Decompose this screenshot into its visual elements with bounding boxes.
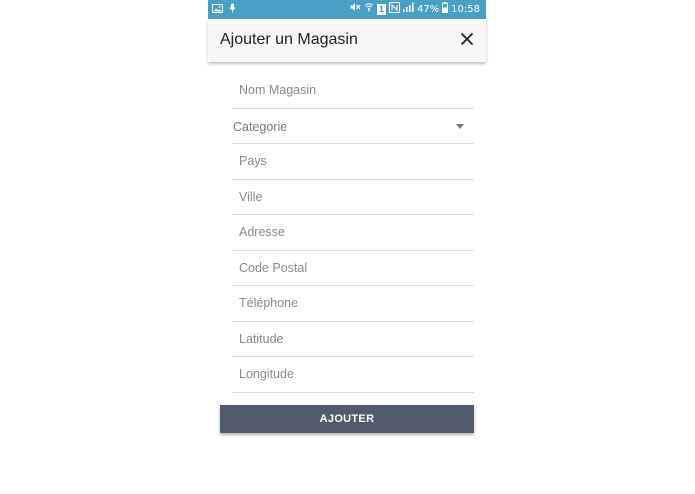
dialog-header: Ajouter un Magasin bbox=[208, 19, 486, 62]
pays-field bbox=[232, 144, 474, 180]
longitude-input[interactable] bbox=[232, 357, 474, 392]
nom-magasin-input[interactable] bbox=[232, 73, 474, 108]
status-left bbox=[212, 3, 236, 16]
latitude-input[interactable] bbox=[232, 321, 474, 356]
status-bar: 1 47% 10:58 bbox=[208, 0, 486, 19]
pays-input[interactable] bbox=[232, 144, 474, 179]
wifi-icon bbox=[364, 2, 374, 17]
latitude-field bbox=[232, 321, 474, 357]
chevron-down-icon bbox=[456, 123, 464, 129]
code-postal-field bbox=[232, 250, 474, 286]
adresse-field bbox=[232, 215, 474, 251]
categorie-select[interactable]: Categorie bbox=[232, 109, 474, 144]
sim-icon: 1 bbox=[376, 4, 386, 15]
phone-screen: 1 47% 10:58 Ajouter un Magasin Categorie bbox=[208, 0, 486, 494]
code-postal-input[interactable] bbox=[232, 250, 474, 285]
status-right: 1 47% 10:58 bbox=[350, 1, 480, 18]
battery-percent: 47% bbox=[416, 4, 440, 15]
store-form: Categorie bbox=[232, 73, 474, 393]
ville-field bbox=[232, 179, 474, 215]
signal-icon bbox=[402, 2, 414, 17]
image-icon bbox=[212, 3, 223, 16]
adresse-input[interactable] bbox=[232, 215, 474, 250]
battery-icon bbox=[442, 1, 449, 18]
mic-icon bbox=[229, 3, 236, 16]
status-time: 10:58 bbox=[451, 4, 480, 15]
close-button[interactable] bbox=[456, 28, 478, 50]
close-icon bbox=[460, 32, 474, 46]
longitude-field bbox=[232, 357, 474, 393]
ville-input[interactable] bbox=[232, 179, 474, 214]
mute-icon bbox=[350, 2, 361, 17]
ajouter-button[interactable]: AJOUTER bbox=[220, 405, 474, 433]
categorie-select-value: Categorie bbox=[233, 119, 288, 134]
telephone-field bbox=[232, 286, 474, 322]
nfc-icon bbox=[388, 1, 400, 18]
dialog-title: Ajouter un Magasin bbox=[220, 31, 358, 48]
nom-magasin-field bbox=[232, 73, 474, 109]
telephone-input[interactable] bbox=[232, 286, 474, 321]
